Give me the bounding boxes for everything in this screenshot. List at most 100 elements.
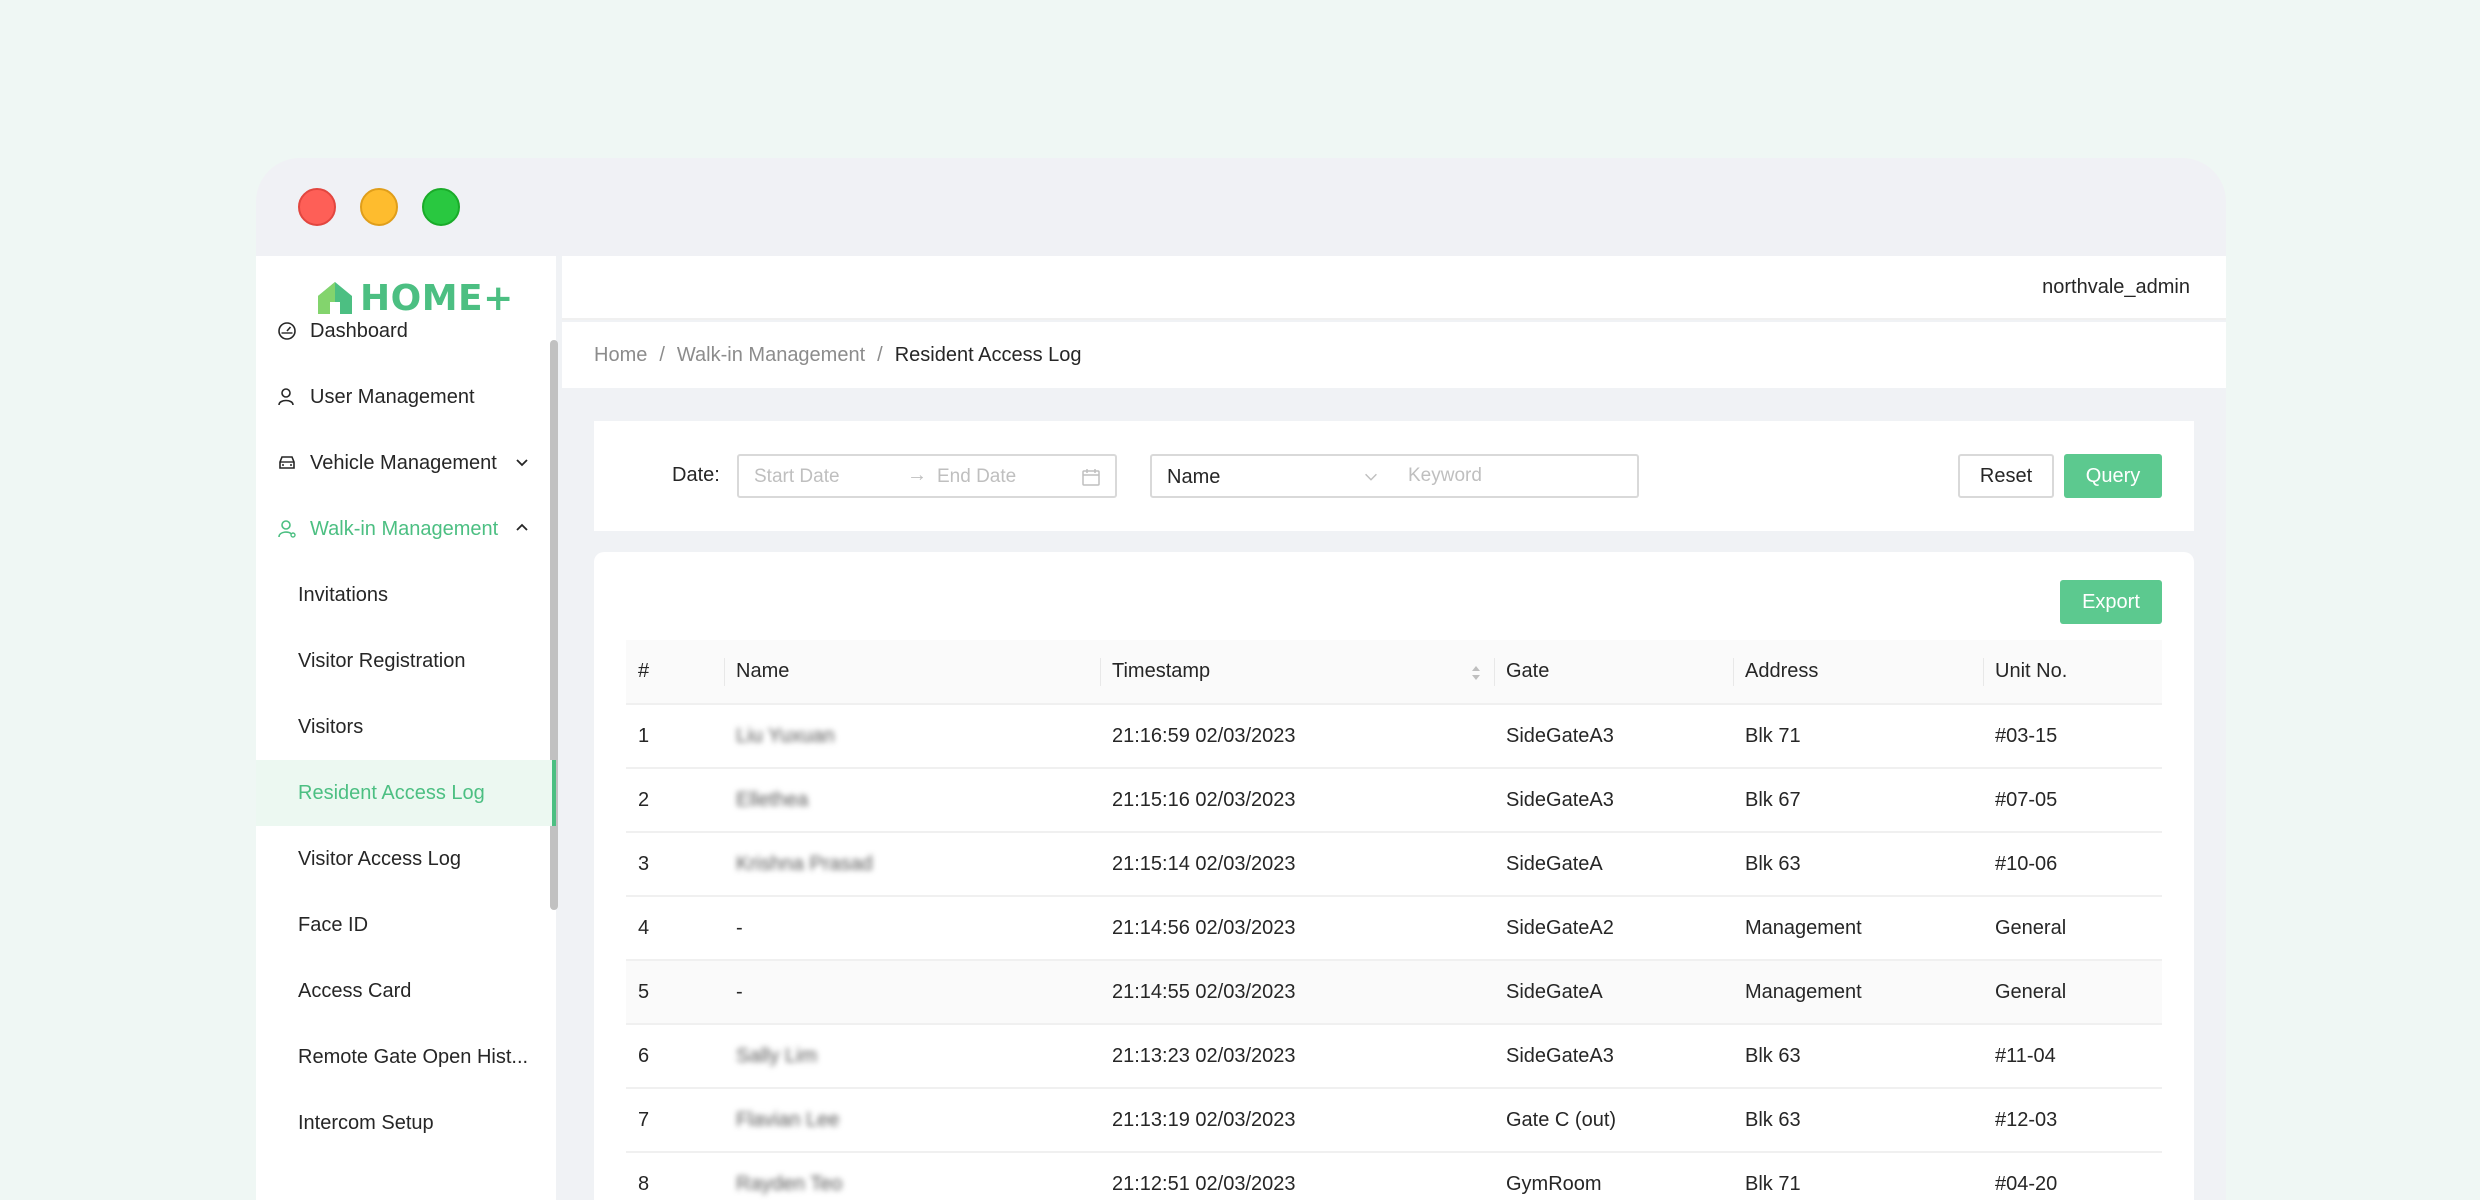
cell-timestamp: 21:14:56 02/03/2023 xyxy=(1100,896,1494,961)
cell-index: 4 xyxy=(626,896,724,961)
end-date-input[interactable]: End Date xyxy=(937,466,1016,488)
export-button[interactable]: Export xyxy=(2060,580,2162,624)
table-row[interactable]: 3 Krishna Prasad 21:15:14 02/03/2023 Sid… xyxy=(626,832,2162,897)
column-header-timestamp[interactable]: Timestamp xyxy=(1100,640,1494,705)
cell-timestamp: 21:13:19 02/03/2023 xyxy=(1100,1088,1494,1153)
cell-unit: General xyxy=(1983,960,2162,1025)
cell-unit: #10-06 xyxy=(1983,832,2162,897)
cell-index: 6 xyxy=(626,1024,724,1089)
date-range-picker[interactable]: Start Date → End Date xyxy=(737,454,1117,498)
sidebar-item-visitors[interactable]: Visitors xyxy=(256,694,552,760)
field-select[interactable]: Name xyxy=(1150,454,1396,498)
cell-gate: SideGateA3 xyxy=(1494,704,1733,769)
results-panel: Export # Name Timestamp Gate Address Uni… xyxy=(594,552,2194,1200)
window-titlebar xyxy=(256,158,2226,256)
table-row[interactable]: 5 - 21:14:55 02/03/2023 SideGateA Manage… xyxy=(626,960,2162,1025)
table-row[interactable]: 4 - 21:14:56 02/03/2023 SideGateA2 Manag… xyxy=(626,896,2162,961)
cell-timestamp: 21:15:14 02/03/2023 xyxy=(1100,832,1494,897)
table-row[interactable]: 8 Rayden Teo 21:12:51 02/03/2023 GymRoom… xyxy=(626,1152,2162,1200)
sidebar-item-visitor-registration[interactable]: Visitor Registration xyxy=(256,628,552,694)
sort-icon[interactable] xyxy=(1470,662,1482,684)
sidebar-item-label: Intercom Setup xyxy=(298,1111,434,1134)
reset-button[interactable]: Reset xyxy=(1958,454,2054,498)
query-button[interactable]: Query xyxy=(2064,454,2162,498)
sidebar-item-label: Vehicle Management xyxy=(310,451,497,474)
keyword-input[interactable] xyxy=(1394,454,1639,498)
start-date-input[interactable]: Start Date xyxy=(754,466,840,488)
breadcrumb-current: Resident Access Log xyxy=(894,343,1082,366)
cell-address: Blk 71 xyxy=(1733,1152,1983,1200)
sidebar-item-resident-access-log[interactable]: Resident Access Log xyxy=(256,760,556,826)
sidebar-item-remote-gate-open-history[interactable]: Remote Gate Open Hist... xyxy=(256,1024,552,1090)
cell-timestamp: 21:16:59 02/03/2023 xyxy=(1100,704,1494,769)
sidebar-item-access-card[interactable]: Access Card xyxy=(256,958,552,1024)
sidebar-item-invitations[interactable]: Invitations xyxy=(256,562,552,628)
cell-index: 7 xyxy=(626,1088,724,1153)
cell-name: Rayden Teo xyxy=(724,1152,1100,1200)
table-row[interactable]: 2 Ellethea 21:15:16 02/03/2023 SideGateA… xyxy=(626,768,2162,833)
table-header-row: # Name Timestamp Gate Address Unit No. xyxy=(626,640,2162,705)
cell-gate: SideGateA3 xyxy=(1494,768,1733,833)
cell-name: Sally Lim xyxy=(724,1024,1100,1089)
cell-name: Liu Yuxuan xyxy=(724,704,1100,769)
chevron-down-icon xyxy=(516,459,528,467)
sidebar-item-user-management[interactable]: User Management xyxy=(256,364,552,430)
dashboard-icon xyxy=(276,320,298,342)
sidebar-item-label: Resident Access Log xyxy=(298,781,485,804)
username[interactable]: northvale_admin xyxy=(2042,276,2190,299)
table-row[interactable]: 6 Sally Lim 21:13:23 02/03/2023 SideGate… xyxy=(626,1024,2162,1089)
cell-gate: SideGateA2 xyxy=(1494,896,1733,961)
cell-address: Blk 71 xyxy=(1733,704,1983,769)
cell-unit: #12-03 xyxy=(1983,1088,2162,1153)
cell-address: Management xyxy=(1733,896,1983,961)
cell-gate: SideGateA3 xyxy=(1494,1024,1733,1089)
cell-index: 3 xyxy=(626,832,724,897)
sidebar-item-vehicle-management[interactable]: Vehicle Management xyxy=(256,430,552,496)
top-header: northvale_admin xyxy=(562,256,2226,320)
breadcrumb-separator: / xyxy=(877,343,883,366)
table-row[interactable]: 7 Flavian Lee 21:13:19 02/03/2023 Gate C… xyxy=(626,1088,2162,1153)
sidebar-item-intercom-setup[interactable]: Intercom Setup xyxy=(256,1090,552,1156)
cell-unit: #03-15 xyxy=(1983,704,2162,769)
cell-name: - xyxy=(724,960,1100,1025)
sidebar-item-visitor-access-log[interactable]: Visitor Access Log xyxy=(256,826,552,892)
cell-unit: General xyxy=(1983,896,2162,961)
cell-index: 5 xyxy=(626,960,724,1025)
cell-address: Blk 63 xyxy=(1733,1024,1983,1089)
sidebar-item-label: Face ID xyxy=(298,913,369,936)
cell-unit: #04-20 xyxy=(1983,1152,2162,1200)
column-header-name: Name xyxy=(724,640,1100,705)
cell-name: Krishna Prasad xyxy=(724,832,1100,897)
cell-gate: GymRoom xyxy=(1494,1152,1733,1200)
minimize-window-button[interactable] xyxy=(360,188,398,226)
maximize-window-button[interactable] xyxy=(422,188,460,226)
table-row[interactable]: 1 Liu Yuxuan 21:16:59 02/03/2023 SideGat… xyxy=(626,704,2162,769)
cell-gate: SideGateA xyxy=(1494,960,1733,1025)
sidebar-item-label: Walk-in Management xyxy=(310,517,499,540)
sidebar-item-dashboard[interactable]: Dashboard xyxy=(256,298,552,364)
breadcrumb-walk-in-management[interactable]: Walk-in Management xyxy=(677,344,865,367)
column-header-address: Address xyxy=(1733,640,1983,705)
cell-gate: Gate C (out) xyxy=(1494,1088,1733,1153)
cell-name: Ellethea xyxy=(724,768,1100,833)
car-icon xyxy=(276,452,298,474)
sidebar-item-face-id[interactable]: Face ID xyxy=(256,892,552,958)
cell-address: Management xyxy=(1733,960,1983,1025)
sidebar-item-walk-in-management[interactable]: Walk-in Management xyxy=(256,496,552,562)
calendar-icon xyxy=(1082,469,1100,486)
cell-unit: #11-04 xyxy=(1983,1024,2162,1089)
cell-timestamp: 21:15:16 02/03/2023 xyxy=(1100,768,1494,833)
breadcrumb-home[interactable]: Home xyxy=(594,344,647,367)
cell-address: Blk 63 xyxy=(1733,832,1983,897)
column-header-unit: Unit No. xyxy=(1983,640,2162,705)
cell-address: Blk 63 xyxy=(1733,1088,1983,1153)
column-header-gate: Gate xyxy=(1494,640,1733,705)
close-window-button[interactable] xyxy=(298,188,336,226)
sidebar-item-label: Dashboard xyxy=(310,319,408,342)
chevron-up-icon xyxy=(516,523,528,531)
access-log-table: # Name Timestamp Gate Address Unit No. 1… xyxy=(626,640,2162,1200)
arrow-right-icon: → xyxy=(907,464,927,486)
filter-panel: Date: Start Date → End Date Name Reset Q… xyxy=(594,421,2194,531)
date-label: Date: xyxy=(672,464,720,486)
cell-unit: #07-05 xyxy=(1983,768,2162,833)
